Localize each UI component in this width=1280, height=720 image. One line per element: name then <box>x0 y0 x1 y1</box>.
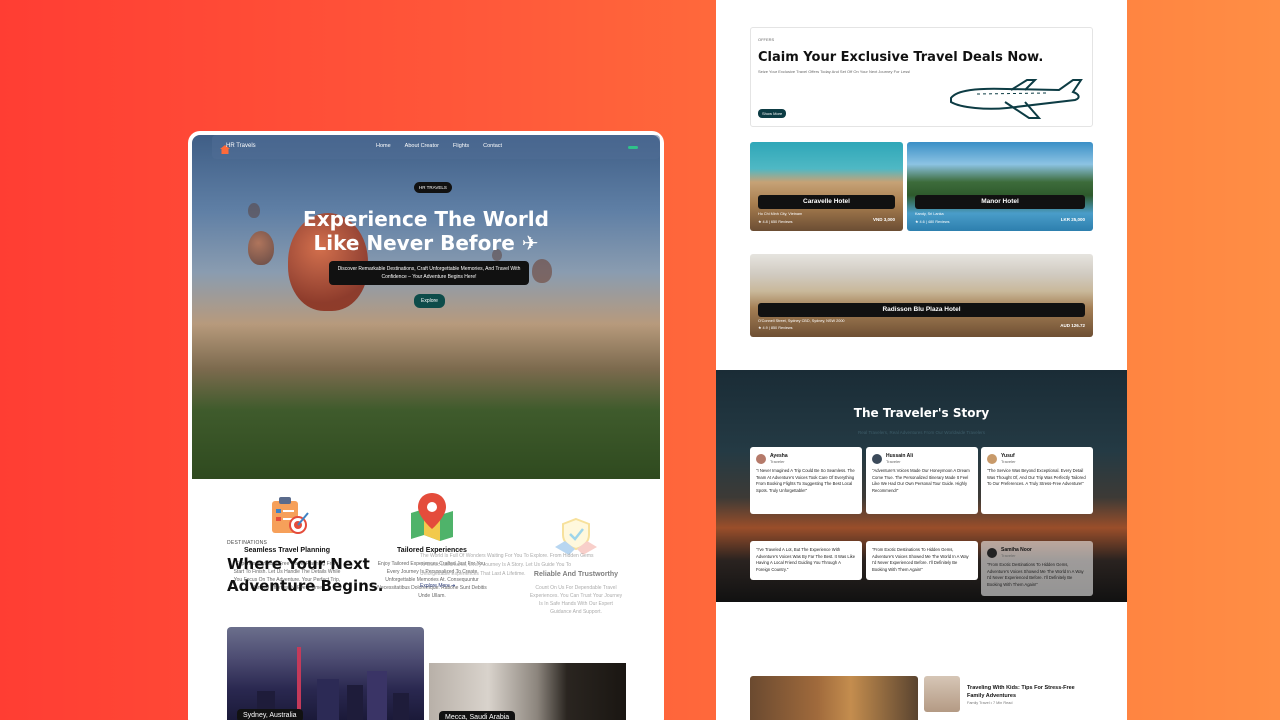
explore-button[interactable]: Explore <box>414 294 445 308</box>
blog-thumbnail[interactable] <box>924 676 960 712</box>
avatar <box>987 547 997 558</box>
nav-link-about[interactable]: About Creator <box>405 143 439 149</box>
hotel-rating: ★ 4.9 | 850 Reviews <box>758 326 793 330</box>
hotel-address: O'Connell Street, Sydney CBD, Sydney, NS… <box>758 319 845 323</box>
destinations-title-line2: Adventure Begins. <box>227 577 384 595</box>
review-card: "I've Traveled A Lot, But The Experience… <box>750 541 862 580</box>
checklist-target-icon <box>262 491 312 541</box>
offer-tag: OFFERS <box>758 37 775 42</box>
review-text: "I've Traveled A Lot, But The Experience… <box>756 547 856 572</box>
right-page-mockup: OFFERS Claim Your Exclusive Travel Deals… <box>716 0 1127 720</box>
reviewer-role: Traveler <box>1001 553 1016 558</box>
offer-title: Claim Your Exclusive Travel Deals Now. <box>758 50 1044 65</box>
destination-card-sydney[interactable]: Sydney, Australia <box>227 627 424 720</box>
avatar <box>756 453 766 464</box>
hotel-address: Kandy, Sri Lanka <box>915 212 944 216</box>
review-text: "I Never Imagined A Trip Could Be So Sea… <box>756 468 855 493</box>
review-card: Yusuf Traveler "The Service Was Beyond E… <box>981 447 1093 514</box>
map-pin-icon <box>407 491 457 541</box>
feature-text: Count On Us For Dependable Travel Experi… <box>529 585 623 615</box>
offer-card: OFFERS Claim Your Exclusive Travel Deals… <box>750 27 1093 127</box>
blog-image[interactable] <box>750 676 918 720</box>
nav-link-flights[interactable]: Flights <box>453 143 469 149</box>
destinations-tag: DESTINATIONS <box>227 540 268 546</box>
building <box>347 685 363 720</box>
hotel-price: VND 3,000 <box>872 217 895 222</box>
theme-toggle[interactable] <box>628 146 638 149</box>
offer-subtitle: Seize Your Exclusive Travel Offers Today… <box>758 69 911 74</box>
hotel-name: Manor Hotel <box>915 195 1085 209</box>
review-card: Samiha Noor Traveler "From Exotic Destin… <box>981 541 1093 596</box>
hotel-card-radisson[interactable]: Radisson Blu Plaza Hotel O'Connell Stree… <box>750 254 1093 337</box>
review-text: "The Service Was Beyond Exceptional. Eve… <box>987 468 1086 486</box>
hero-section: HR TRAVELS Experience The World Like Nev… <box>192 135 660 479</box>
brand-name[interactable]: HR Travels <box>226 143 256 149</box>
story-title: The Traveler's Story <box>853 406 990 420</box>
review-text: "From Exotic Destinations To Hidden Gems… <box>872 547 969 572</box>
nav-link-contact[interactable]: Contact <box>483 143 502 149</box>
destinations-text: The World Is Full Of Wonders Waiting For… <box>420 553 594 577</box>
destination-card-mecca[interactable]: Mecca, Saudi Arabia <box>429 663 626 720</box>
blog-meta: Family Travel • 7 Min Read <box>967 701 1013 705</box>
nav-link-home[interactable]: Home <box>376 143 391 149</box>
airplane-icon <box>950 79 1083 119</box>
review-text: "Adventure's Voices Made Our Honeymoon A… <box>872 468 970 493</box>
hotel-address: Ho Chi Minh City, Vietnam <box>758 212 803 216</box>
destination-label: Sydney, Australia <box>237 709 303 720</box>
hero-title-line2: Like Never Before ✈ <box>313 231 539 255</box>
hero-title-line1: Experience The World <box>303 207 549 231</box>
destinations-title: Where Your Next Adventure Begins. <box>227 553 383 597</box>
reviewer-role: Traveler <box>1001 459 1016 464</box>
hotel-price: LKR 25,000 <box>1060 217 1085 222</box>
destinations-title-line1: Where Your Next <box>227 555 370 573</box>
hotel-rating: ★ 4.6 | 480 Reviews <box>915 220 950 224</box>
avatar <box>987 453 997 464</box>
blog-title[interactable]: Traveling With Kids: Tips For Stress-Fre… <box>967 684 1087 700</box>
review-card: Hussain Ali Traveler "Adventure's Voices… <box>866 447 978 514</box>
review-text: "From Exotic Destinations To Hidden Gems… <box>987 562 1084 587</box>
hotel-card-caravelle[interactable]: Caravelle Hotel Ho Chi Minh City, Vietna… <box>750 142 903 231</box>
building <box>317 679 339 720</box>
building <box>367 671 387 720</box>
hero-title: Experience The World Like Never Before ✈ <box>192 207 660 255</box>
hero-subtitle: Discover Remarkable Destinations, Craft … <box>329 261 529 285</box>
building <box>393 693 409 720</box>
review-card: "From Exotic Destinations To Hidden Gems… <box>866 541 978 580</box>
nav-links: Home About Creator Flights Contact <box>376 143 502 149</box>
explore-more-link[interactable]: Explore More ➔ <box>420 583 455 589</box>
avatar <box>872 453 882 464</box>
hotel-card-manor[interactable]: Manor Hotel Kandy, Sri Lanka ★ 4.6 | 480… <box>907 142 1093 231</box>
review-card: Ayesha Traveler "I Never Imagined A Trip… <box>750 447 862 514</box>
reviewer-role: Traveler <box>886 459 901 464</box>
show-more-button[interactable]: Show More <box>758 109 787 118</box>
hotel-name: Radisson Blu Plaza Hotel <box>758 303 1085 317</box>
hero-badge: HR TRAVELS <box>414 182 452 193</box>
reviewer-role: Traveler <box>770 459 785 464</box>
hotel-name: Caravelle Hotel <box>758 195 895 209</box>
left-page-mockup: HR TRAVELS Experience The World Like Nev… <box>188 131 664 720</box>
travelers-story-section: The Traveler's Story Real Travelers, Rea… <box>716 370 1127 602</box>
hotel-rating: ★ 4.8 | 650 Reviews <box>758 220 793 224</box>
destination-label: Mecca, Saudi Arabia <box>439 711 516 720</box>
story-subtitle: Real Travelers, Real Adventures From Our… <box>858 430 985 435</box>
hotel-price: AUD 126.72 <box>1060 323 1085 328</box>
hot-air-balloon <box>532 259 552 283</box>
